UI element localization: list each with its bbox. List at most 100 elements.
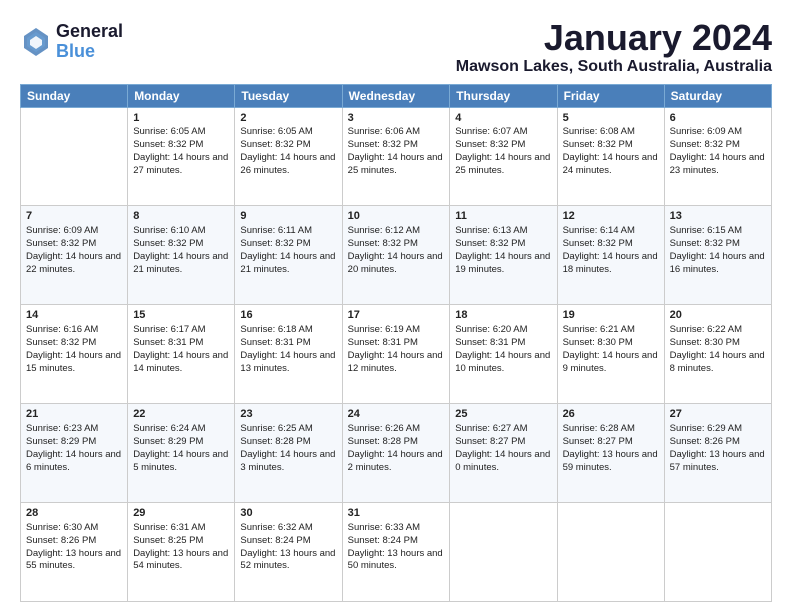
day-number: 15 xyxy=(133,308,229,323)
day-number: 16 xyxy=(240,308,336,323)
sunrise-text: Sunrise: 6:29 AM xyxy=(670,423,742,434)
sunrise-text: Sunrise: 6:22 AM xyxy=(670,324,742,335)
sunset-text: Sunset: 8:32 PM xyxy=(455,238,525,249)
sunset-text: Sunset: 8:32 PM xyxy=(240,139,310,150)
daylight-text: Daylight: 14 hours and 25 minutes. xyxy=(348,152,443,176)
calendar-cell xyxy=(21,107,128,206)
sunset-text: Sunset: 8:32 PM xyxy=(563,238,633,249)
calendar-table: SundayMondayTuesdayWednesdayThursdayFrid… xyxy=(20,84,772,602)
daylight-text: Daylight: 13 hours and 57 minutes. xyxy=(670,449,765,473)
sunset-text: Sunset: 8:25 PM xyxy=(133,535,203,546)
daylight-text: Daylight: 14 hours and 9 minutes. xyxy=(563,350,658,374)
calendar-cell: 5Sunrise: 6:08 AMSunset: 8:32 PMDaylight… xyxy=(557,107,664,206)
daylight-text: Daylight: 13 hours and 54 minutes. xyxy=(133,548,228,572)
sunset-text: Sunset: 8:29 PM xyxy=(133,436,203,447)
calendar-cell: 21Sunrise: 6:23 AMSunset: 8:29 PMDayligh… xyxy=(21,404,128,503)
calendar-cell: 28Sunrise: 6:30 AMSunset: 8:26 PMDayligh… xyxy=(21,503,128,602)
day-number: 22 xyxy=(133,407,229,422)
calendar-cell: 30Sunrise: 6:32 AMSunset: 8:24 PMDayligh… xyxy=(235,503,342,602)
day-number: 14 xyxy=(26,308,122,323)
daylight-text: Daylight: 14 hours and 20 minutes. xyxy=(348,251,443,275)
day-number: 19 xyxy=(563,308,659,323)
sunrise-text: Sunrise: 6:31 AM xyxy=(133,522,205,533)
sunset-text: Sunset: 8:27 PM xyxy=(563,436,633,447)
daylight-text: Daylight: 14 hours and 21 minutes. xyxy=(133,251,228,275)
calendar-cell: 7Sunrise: 6:09 AMSunset: 8:32 PMDaylight… xyxy=(21,206,128,305)
sunrise-text: Sunrise: 6:05 AM xyxy=(133,126,205,137)
calendar-cell: 6Sunrise: 6:09 AMSunset: 8:32 PMDaylight… xyxy=(664,107,771,206)
day-number: 30 xyxy=(240,506,336,521)
daylight-text: Daylight: 14 hours and 19 minutes. xyxy=(455,251,550,275)
daylight-text: Daylight: 13 hours and 59 minutes. xyxy=(563,449,658,473)
sunrise-text: Sunrise: 6:20 AM xyxy=(455,324,527,335)
daylight-text: Daylight: 13 hours and 50 minutes. xyxy=(348,548,443,572)
day-number: 29 xyxy=(133,506,229,521)
sunrise-text: Sunrise: 6:18 AM xyxy=(240,324,312,335)
daylight-text: Daylight: 14 hours and 12 minutes. xyxy=(348,350,443,374)
day-number: 7 xyxy=(26,209,122,224)
sunset-text: Sunset: 8:26 PM xyxy=(670,436,740,447)
sunrise-text: Sunrise: 6:30 AM xyxy=(26,522,98,533)
location-title: Mawson Lakes, South Australia, Australia xyxy=(456,58,772,76)
calendar-week-5: 28Sunrise: 6:30 AMSunset: 8:26 PMDayligh… xyxy=(21,503,772,602)
calendar-cell: 23Sunrise: 6:25 AMSunset: 8:28 PMDayligh… xyxy=(235,404,342,503)
daylight-text: Daylight: 14 hours and 0 minutes. xyxy=(455,449,550,473)
sunrise-text: Sunrise: 6:28 AM xyxy=(563,423,635,434)
day-number: 2 xyxy=(240,111,336,126)
sunrise-text: Sunrise: 6:32 AM xyxy=(240,522,312,533)
daylight-text: Daylight: 14 hours and 18 minutes. xyxy=(563,251,658,275)
weekday-wednesday: Wednesday xyxy=(342,84,450,107)
logo-icon xyxy=(20,26,52,58)
day-number: 27 xyxy=(670,407,766,422)
calendar-cell: 2Sunrise: 6:05 AMSunset: 8:32 PMDaylight… xyxy=(235,107,342,206)
calendar-cell: 13Sunrise: 6:15 AMSunset: 8:32 PMDayligh… xyxy=(664,206,771,305)
sunset-text: Sunset: 8:32 PM xyxy=(670,139,740,150)
sunset-text: Sunset: 8:32 PM xyxy=(133,238,203,249)
daylight-text: Daylight: 14 hours and 25 minutes. xyxy=(455,152,550,176)
calendar-cell: 31Sunrise: 6:33 AMSunset: 8:24 PMDayligh… xyxy=(342,503,450,602)
calendar-cell: 8Sunrise: 6:10 AMSunset: 8:32 PMDaylight… xyxy=(128,206,235,305)
calendar-cell: 1Sunrise: 6:05 AMSunset: 8:32 PMDaylight… xyxy=(128,107,235,206)
sunrise-text: Sunrise: 6:33 AM xyxy=(348,522,420,533)
sunset-text: Sunset: 8:24 PM xyxy=(240,535,310,546)
page: General Blue January 2024 Mawson Lakes, … xyxy=(0,0,792,612)
calendar-week-4: 21Sunrise: 6:23 AMSunset: 8:29 PMDayligh… xyxy=(21,404,772,503)
daylight-text: Daylight: 14 hours and 22 minutes. xyxy=(26,251,121,275)
day-number: 1 xyxy=(133,111,229,126)
sunset-text: Sunset: 8:32 PM xyxy=(670,238,740,249)
day-number: 10 xyxy=(348,209,445,224)
day-number: 9 xyxy=(240,209,336,224)
day-number: 8 xyxy=(133,209,229,224)
sunset-text: Sunset: 8:32 PM xyxy=(26,337,96,348)
daylight-text: Daylight: 14 hours and 2 minutes. xyxy=(348,449,443,473)
calendar-cell: 19Sunrise: 6:21 AMSunset: 8:30 PMDayligh… xyxy=(557,305,664,404)
sunset-text: Sunset: 8:31 PM xyxy=(133,337,203,348)
sunset-text: Sunset: 8:30 PM xyxy=(670,337,740,348)
sunset-text: Sunset: 8:32 PM xyxy=(133,139,203,150)
day-number: 3 xyxy=(348,111,445,126)
sunset-text: Sunset: 8:31 PM xyxy=(348,337,418,348)
sunrise-text: Sunrise: 6:07 AM xyxy=(455,126,527,137)
calendar-cell: 15Sunrise: 6:17 AMSunset: 8:31 PMDayligh… xyxy=(128,305,235,404)
day-number: 4 xyxy=(455,111,551,126)
daylight-text: Daylight: 14 hours and 26 minutes. xyxy=(240,152,335,176)
logo: General Blue xyxy=(20,22,123,62)
sunset-text: Sunset: 8:28 PM xyxy=(348,436,418,447)
day-number: 11 xyxy=(455,209,551,224)
calendar-week-2: 7Sunrise: 6:09 AMSunset: 8:32 PMDaylight… xyxy=(21,206,772,305)
sunrise-text: Sunrise: 6:12 AM xyxy=(348,225,420,236)
calendar-cell: 9Sunrise: 6:11 AMSunset: 8:32 PMDaylight… xyxy=(235,206,342,305)
weekday-saturday: Saturday xyxy=(664,84,771,107)
sunrise-text: Sunrise: 6:26 AM xyxy=(348,423,420,434)
daylight-text: Daylight: 14 hours and 23 minutes. xyxy=(670,152,765,176)
sunrise-text: Sunrise: 6:25 AM xyxy=(240,423,312,434)
day-number: 5 xyxy=(563,111,659,126)
daylight-text: Daylight: 14 hours and 13 minutes. xyxy=(240,350,335,374)
calendar-cell: 18Sunrise: 6:20 AMSunset: 8:31 PMDayligh… xyxy=(450,305,557,404)
sunrise-text: Sunrise: 6:21 AM xyxy=(563,324,635,335)
day-number: 12 xyxy=(563,209,659,224)
calendar-cell: 26Sunrise: 6:28 AMSunset: 8:27 PMDayligh… xyxy=(557,404,664,503)
sunset-text: Sunset: 8:32 PM xyxy=(455,139,525,150)
sunset-text: Sunset: 8:31 PM xyxy=(455,337,525,348)
daylight-text: Daylight: 14 hours and 3 minutes. xyxy=(240,449,335,473)
